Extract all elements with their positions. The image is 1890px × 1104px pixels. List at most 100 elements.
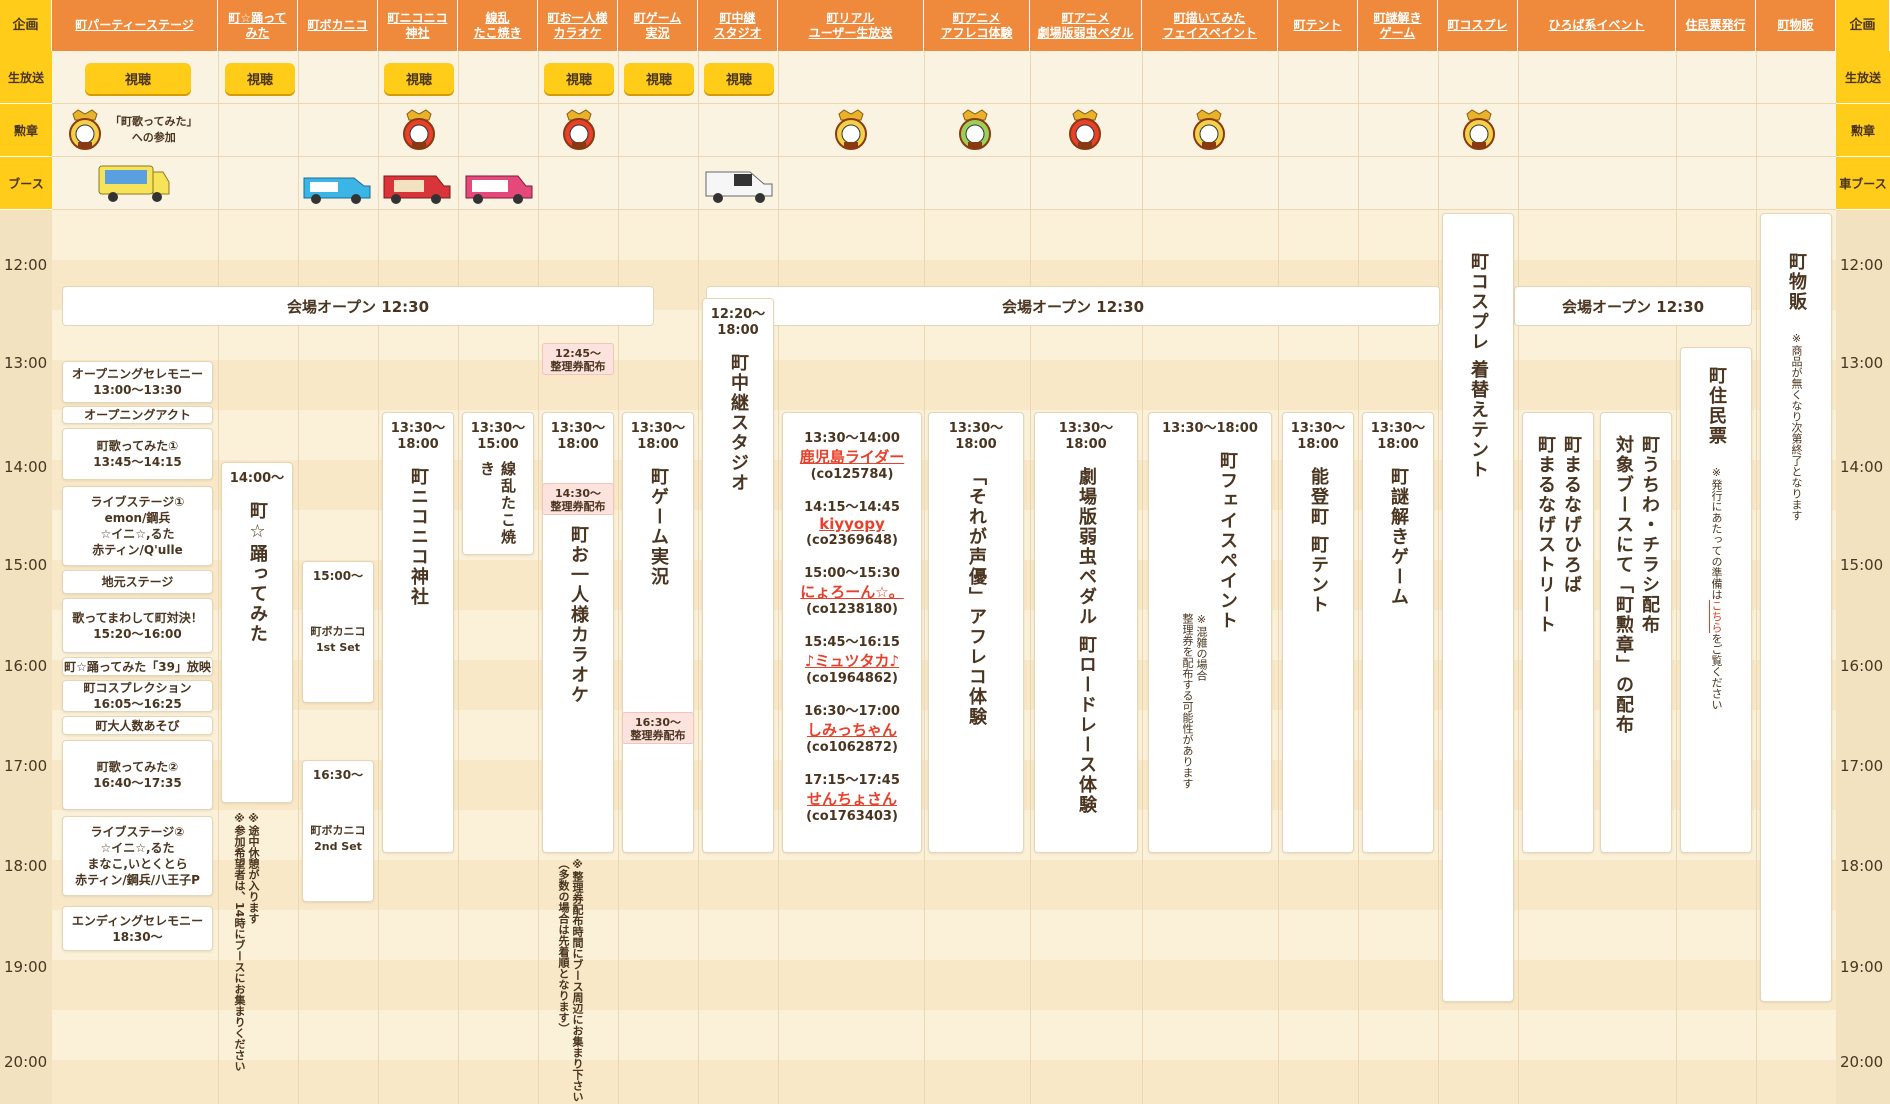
header-col-13[interactable]: 町謎解き ゲーム [1358,0,1438,51]
car-booth-jinja-image [383,175,451,204]
medal-icon [835,109,867,150]
header-col-label: 町アニメ アフレコ体験 [940,10,1013,40]
real-live-item: 15:00〜15:30 にょろーん☆。 (co1238180) [783,562,921,617]
header-col-7[interactable]: 町中継 スタジオ [698,0,778,51]
party-stage-item[interactable]: 歌ってまわして町対決！ 15:20〜16:00 [62,598,213,653]
party-stage-item[interactable]: エンディングセレモニー 18:30〜 [62,906,213,951]
header-col-4[interactable]: 線乱 たこ焼き [458,0,538,51]
real-live-time: 16:30〜17:00 [804,704,900,719]
game-time: 13:30〜 18:00 [630,421,686,452]
party-stage-item[interactable]: オープニングアクト [62,406,213,424]
vocanico-1-time: 15:00〜 [312,569,364,583]
odotte-card[interactable]: 14:00〜 町☆踊ってみた [221,462,293,803]
party-stage-item[interactable]: 町歌ってみた① 13:45〜14:15 [62,428,213,480]
header-col-label: 町リアル ユーザー生放送 [808,10,893,40]
real-live-name-link[interactable]: しみっちゃん [783,719,921,740]
time-stripe [52,210,1836,260]
hiroba-1-card[interactable]: 町まるなげひろば 町まるなげストリート [1522,412,1594,853]
column-divider [698,51,699,1104]
header-col-12[interactable]: 町テント [1278,0,1358,51]
studio-card[interactable]: 12:20〜 18:00 町中継スタジオ [702,298,774,853]
header-col-9[interactable]: 町アニメ アフレコ体験 [924,0,1030,51]
watch-button-studio[interactable]: 視聴 [704,63,774,94]
header-col-16[interactable]: 住民票発行 [1676,0,1756,51]
bussan-card[interactable]: 町物販 ※商品が無くなり次第終了となります [1760,213,1832,1002]
party-stage-item[interactable]: 町大人数あそび [62,716,213,735]
column-divider [538,51,539,1104]
column-divider [1438,51,1439,1104]
juminhyo-title: 町住民票 [1706,366,1727,446]
header-col-2[interactable]: 町ボカニコ [298,0,378,51]
party-stage-item[interactable]: 町コスプレクション 16:05〜16:25 [62,680,213,712]
juminhyo-note: ※発行にあたっての準備はこちらをご覧ください [1710,466,1723,710]
header-col-3[interactable]: 町ニコニコ 神社 [378,0,458,51]
vocanico-2-title: 町ボカニコ 2nd Set [310,824,366,853]
medal-icon [1193,109,1225,150]
real-live-name-link[interactable]: ♪ミュツタカ♪ [783,650,921,671]
header-project-label: 企画 [0,0,52,51]
header-col-0[interactable]: 町パーティーステージ [52,0,218,51]
juminhyo-link[interactable]: こちら [1710,600,1723,633]
medal-row [52,104,1836,157]
watch-button-odotte[interactable]: 視聴 [225,63,295,94]
game-card[interactable]: 13:30〜 18:00 町ゲーム実況 [622,412,694,853]
header-col-11[interactable]: 町描いてみた フェイスペイント [1142,0,1278,51]
jinja-card[interactable]: 13:30〜 18:00 町ニコニコ神社 [382,412,454,853]
juminhyo-card[interactable]: 町住民票 ※発行にあたっての準備はこちらをご覧ください [1680,347,1752,853]
real-live-community: (co1763403) [806,809,898,824]
party-stage-item[interactable]: オープニングセレモニー 13:00〜13:30 [62,361,213,403]
booth-label: ブース [0,157,52,210]
time-label-right: 18:00 [1840,857,1884,875]
header-col-6[interactable]: 町ゲーム 実況 [618,0,698,51]
hiroba-2-card[interactable]: 町うちわ・チラシ配布 対象ブースにて「町勲章」の配布 [1600,412,1672,853]
time-stripe [52,1010,1836,1060]
header-col-5[interactable]: 町お一人様 カラオケ [538,0,618,51]
real-live-time: 15:00〜15:30 [804,566,900,581]
pedal-card[interactable]: 13:30〜 18:00 劇場版弱虫ペダル 町ロードレース体験 [1034,412,1138,853]
header-col-14[interactable]: 町コスプレ [1438,0,1518,51]
party-stage-item[interactable]: ライブステージ② ☆イニ☆,るた まなこ,いとくとら 赤ティン/鋼兵/八王子P [62,816,213,896]
real-live-name-link[interactable]: にょろーん☆。 [783,581,921,602]
real-live-community: (co125784) [810,467,894,482]
header-col-1[interactable]: 町☆踊って みた [218,0,298,51]
header-col-label: 町描いてみた フェイスペイント [1162,10,1257,40]
afreco-card[interactable]: 13:30〜 18:00 「それが声優」アフレコ体験 [928,412,1024,853]
nazo-card[interactable]: 13:30〜 18:00 町謎解きゲーム [1362,412,1434,853]
header-col-15[interactable]: ひろば系イベント [1518,0,1676,51]
party-stage-item[interactable]: ライブステージ① emon/鋼兵 ☆イニ☆,るた 赤ティン/Q'ulle [62,486,213,566]
column-divider [924,51,925,1104]
hiroba-2-title: 町うちわ・チラシ配布 対象ブースにて「町勲章」の配布 [1613,435,1660,735]
header-col-8[interactable]: 町リアル ユーザー生放送 [778,0,924,51]
real-live-community: (co1238180) [806,602,898,617]
time-label-left: 12:00 [4,256,48,274]
watch-button-jinja[interactable]: 視聴 [384,63,454,94]
watch-button-party[interactable]: 視聴 [85,63,191,94]
cosplay-card[interactable]: 町コスプレ 着替えテント [1442,213,1514,1002]
header-col-label: 町ニコニコ 神社 [387,10,448,40]
watch-button-game[interactable]: 視聴 [624,63,694,94]
takoyaki-card[interactable]: 13:30〜 15:00 線乱たこ焼き [462,412,534,555]
party-stage-item[interactable]: 地元ステージ [62,570,213,594]
karaoke-ticket-2: 14:30〜 整理券配布 [542,483,614,515]
real-live-name-link[interactable]: せんちょさん [783,788,921,809]
medal-icon [1463,109,1495,150]
column-divider [378,51,379,1104]
header-col-17[interactable]: 町物販 [1756,0,1836,51]
real-live-name-link[interactable]: kiyyopy [783,515,921,533]
real-live-time: 17:15〜17:45 [804,773,900,788]
car-booth-takoyaki-image [465,175,533,204]
time-label-right: 15:00 [1840,556,1884,574]
real-live-name-link[interactable]: 鹿児島ライダー [783,446,921,467]
facepaint-card[interactable]: 13:30〜18:00 町フェイスペイント ※混雑の場合 整理券を配布する可能性… [1148,412,1272,853]
tent-card[interactable]: 13:30〜 18:00 能登町 町テント [1282,412,1354,853]
afreco-title: 「それが声優」アフレコ体験 [966,467,987,727]
header-col-10[interactable]: 町アニメ 劇場版弱虫ペダル [1030,0,1142,51]
vocanico-1-card[interactable]: 15:00〜 町ボカニコ 1st Set [302,561,374,703]
pedal-title: 劇場版弱虫ペダル 町ロードレース体験 [1076,467,1097,816]
party-stage-item[interactable]: 町☆踊ってみた「39」放映 [62,657,213,676]
watch-button-karaoke[interactable]: 視聴 [544,63,614,94]
facepaint-time: 13:30〜18:00 [1162,421,1258,436]
karaoke-card[interactable]: 13:30〜 18:00 14:30〜 整理券配布 町お一人様カラオケ [542,412,614,853]
vocanico-2-card[interactable]: 16:30〜 町ボカニコ 2nd Set [302,760,374,902]
party-stage-item[interactable]: 町歌ってみた② 16:40〜17:35 [62,740,213,810]
